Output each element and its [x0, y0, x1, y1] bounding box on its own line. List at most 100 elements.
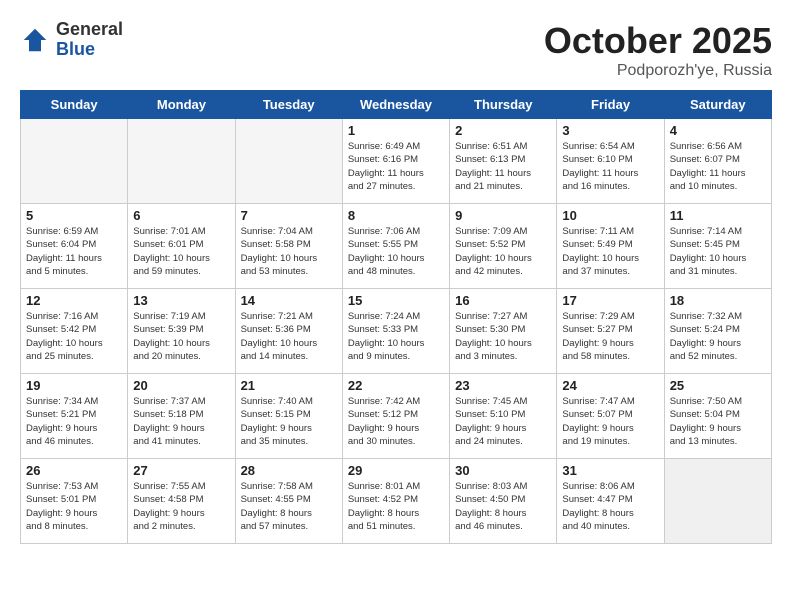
calendar-cell: 26 Sunrise: 7:53 AM Sunset: 5:01 PM Dayli…	[21, 459, 128, 544]
calendar-cell: 25 Sunrise: 7:50 AM Sunset: 5:04 PM Dayli…	[664, 374, 771, 459]
calendar-cell: 23 Sunrise: 7:45 AM Sunset: 5:10 PM Dayli…	[450, 374, 557, 459]
day-info: Sunrise: 7:42 AM Sunset: 5:12 PM Dayligh…	[348, 395, 444, 448]
calendar-cell	[235, 119, 342, 204]
day-number: 11	[670, 208, 766, 223]
weekday-header-wednesday: Wednesday	[342, 91, 449, 119]
day-info: Sunrise: 6:54 AM Sunset: 6:10 PM Dayligh…	[562, 140, 658, 193]
day-number: 30	[455, 463, 551, 478]
weekday-header-saturday: Saturday	[664, 91, 771, 119]
day-info: Sunrise: 7:01 AM Sunset: 6:01 PM Dayligh…	[133, 225, 229, 278]
calendar-cell: 3 Sunrise: 6:54 AM Sunset: 6:10 PM Daylig…	[557, 119, 664, 204]
calendar-cell: 14 Sunrise: 7:21 AM Sunset: 5:36 PM Dayli…	[235, 289, 342, 374]
calendar-cell: 10Sunrise: 7:11 AM Sunset: 5:49 PM Dayli…	[557, 204, 664, 289]
location-subtitle: Podporozh'ye, Russia	[544, 62, 772, 80]
day-info: Sunrise: 7:34 AM Sunset: 5:21 PM Dayligh…	[26, 395, 122, 448]
calendar-cell: 31Sunrise: 8:06 AM Sunset: 4:47 PM Dayli…	[557, 459, 664, 544]
weekday-header-sunday: Sunday	[21, 91, 128, 119]
day-info: Sunrise: 7:11 AM Sunset: 5:49 PM Dayligh…	[562, 225, 658, 278]
day-number: 26	[26, 463, 122, 478]
calendar-cell	[21, 119, 128, 204]
day-info: Sunrise: 7:50 AM Sunset: 5:04 PM Dayligh…	[670, 395, 766, 448]
day-info: Sunrise: 8:03 AM Sunset: 4:50 PM Dayligh…	[455, 480, 551, 533]
calendar-cell: 21Sunrise: 7:40 AM Sunset: 5:15 PM Dayli…	[235, 374, 342, 459]
weekday-header-friday: Friday	[557, 91, 664, 119]
week-row-3: 19Sunrise: 7:34 AM Sunset: 5:21 PM Dayli…	[21, 374, 772, 459]
week-row-0: 1Sunrise: 6:49 AM Sunset: 6:16 PM Daylig…	[21, 119, 772, 204]
logo-blue-text: Blue	[56, 40, 123, 60]
day-number: 25	[670, 378, 766, 393]
logo-text: General Blue	[56, 20, 123, 60]
title-area: October 2025 Podporozh'ye, Russia	[544, 20, 772, 80]
calendar-cell: 4 Sunrise: 6:56 AM Sunset: 6:07 PM Daylig…	[664, 119, 771, 204]
day-number: 27	[133, 463, 229, 478]
header: General Blue October 2025 Podporozh'ye, …	[20, 20, 772, 80]
week-row-1: 5Sunrise: 6:59 AM Sunset: 6:04 PM Daylig…	[21, 204, 772, 289]
calendar-cell: 1Sunrise: 6:49 AM Sunset: 6:16 PM Daylig…	[342, 119, 449, 204]
month-title: October 2025	[544, 20, 772, 62]
day-info: Sunrise: 7:19 AM Sunset: 5:39 PM Dayligh…	[133, 310, 229, 363]
day-number: 4	[670, 123, 766, 138]
day-number: 29	[348, 463, 444, 478]
calendar-cell: 11 Sunrise: 7:14 AM Sunset: 5:45 PM Dayli…	[664, 204, 771, 289]
day-number: 12	[26, 293, 122, 308]
day-info: Sunrise: 7:47 AM Sunset: 5:07 PM Dayligh…	[562, 395, 658, 448]
day-info: Sunrise: 6:51 AM Sunset: 6:13 PM Dayligh…	[455, 140, 551, 193]
day-info: Sunrise: 7:45 AM Sunset: 5:10 PM Dayligh…	[455, 395, 551, 448]
day-number: 28	[241, 463, 337, 478]
calendar: SundayMondayTuesdayWednesdayThursdayFrid…	[20, 90, 772, 544]
day-info: Sunrise: 7:21 AM Sunset: 5:36 PM Dayligh…	[241, 310, 337, 363]
day-info: Sunrise: 7:32 AM Sunset: 5:24 PM Dayligh…	[670, 310, 766, 363]
logo: General Blue	[20, 20, 123, 60]
day-number: 14	[241, 293, 337, 308]
logo-general-text: General	[56, 20, 123, 40]
calendar-cell: 27 Sunrise: 7:55 AM Sunset: 4:58 PM Dayli…	[128, 459, 235, 544]
weekday-header-monday: Monday	[128, 91, 235, 119]
calendar-cell: 22 Sunrise: 7:42 AM Sunset: 5:12 PM Dayli…	[342, 374, 449, 459]
calendar-cell: 15 Sunrise: 7:24 AM Sunset: 5:33 PM Dayli…	[342, 289, 449, 374]
day-info: Sunrise: 7:58 AM Sunset: 4:55 PM Dayligh…	[241, 480, 337, 533]
calendar-cell: 18 Sunrise: 7:32 AM Sunset: 5:24 PM Dayli…	[664, 289, 771, 374]
calendar-cell: 29 Sunrise: 8:01 AM Sunset: 4:52 PM Dayli…	[342, 459, 449, 544]
calendar-cell: 8Sunrise: 7:06 AM Sunset: 5:55 PM Daylig…	[342, 204, 449, 289]
week-row-2: 12 Sunrise: 7:16 AM Sunset: 5:42 PM Dayli…	[21, 289, 772, 374]
calendar-cell: 5Sunrise: 6:59 AM Sunset: 6:04 PM Daylig…	[21, 204, 128, 289]
calendar-cell: 9 Sunrise: 7:09 AM Sunset: 5:52 PM Daylig…	[450, 204, 557, 289]
calendar-cell: 6 Sunrise: 7:01 AM Sunset: 6:01 PM Daylig…	[128, 204, 235, 289]
day-info: Sunrise: 8:01 AM Sunset: 4:52 PM Dayligh…	[348, 480, 444, 533]
day-number: 24	[562, 378, 658, 393]
day-info: Sunrise: 7:14 AM Sunset: 5:45 PM Dayligh…	[670, 225, 766, 278]
day-info: Sunrise: 7:27 AM Sunset: 5:30 PM Dayligh…	[455, 310, 551, 363]
calendar-cell	[128, 119, 235, 204]
day-number: 18	[670, 293, 766, 308]
day-info: Sunrise: 7:16 AM Sunset: 5:42 PM Dayligh…	[26, 310, 122, 363]
day-info: Sunrise: 6:56 AM Sunset: 6:07 PM Dayligh…	[670, 140, 766, 193]
weekday-header-thursday: Thursday	[450, 91, 557, 119]
day-number: 1	[348, 123, 444, 138]
day-info: Sunrise: 7:53 AM Sunset: 5:01 PM Dayligh…	[26, 480, 122, 533]
day-number: 16	[455, 293, 551, 308]
day-number: 6	[133, 208, 229, 223]
day-number: 15	[348, 293, 444, 308]
day-number: 23	[455, 378, 551, 393]
day-number: 21	[241, 378, 337, 393]
calendar-cell: 30 Sunrise: 8:03 AM Sunset: 4:50 PM Dayli…	[450, 459, 557, 544]
day-number: 20	[133, 378, 229, 393]
day-info: Sunrise: 6:59 AM Sunset: 6:04 PM Dayligh…	[26, 225, 122, 278]
day-number: 2	[455, 123, 551, 138]
day-info: Sunrise: 7:55 AM Sunset: 4:58 PM Dayligh…	[133, 480, 229, 533]
day-info: Sunrise: 8:06 AM Sunset: 4:47 PM Dayligh…	[562, 480, 658, 533]
calendar-cell: 28 Sunrise: 7:58 AM Sunset: 4:55 PM Dayli…	[235, 459, 342, 544]
calendar-cell: 12 Sunrise: 7:16 AM Sunset: 5:42 PM Dayli…	[21, 289, 128, 374]
day-info: Sunrise: 7:29 AM Sunset: 5:27 PM Dayligh…	[562, 310, 658, 363]
calendar-cell: 19Sunrise: 7:34 AM Sunset: 5:21 PM Dayli…	[21, 374, 128, 459]
day-number: 22	[348, 378, 444, 393]
day-info: Sunrise: 7:09 AM Sunset: 5:52 PM Dayligh…	[455, 225, 551, 278]
logo-icon	[20, 25, 50, 55]
calendar-cell: 17Sunrise: 7:29 AM Sunset: 5:27 PM Dayli…	[557, 289, 664, 374]
day-info: Sunrise: 7:37 AM Sunset: 5:18 PM Dayligh…	[133, 395, 229, 448]
day-number: 9	[455, 208, 551, 223]
day-info: Sunrise: 7:24 AM Sunset: 5:33 PM Dayligh…	[348, 310, 444, 363]
day-number: 8	[348, 208, 444, 223]
day-number: 3	[562, 123, 658, 138]
weekday-header-tuesday: Tuesday	[235, 91, 342, 119]
